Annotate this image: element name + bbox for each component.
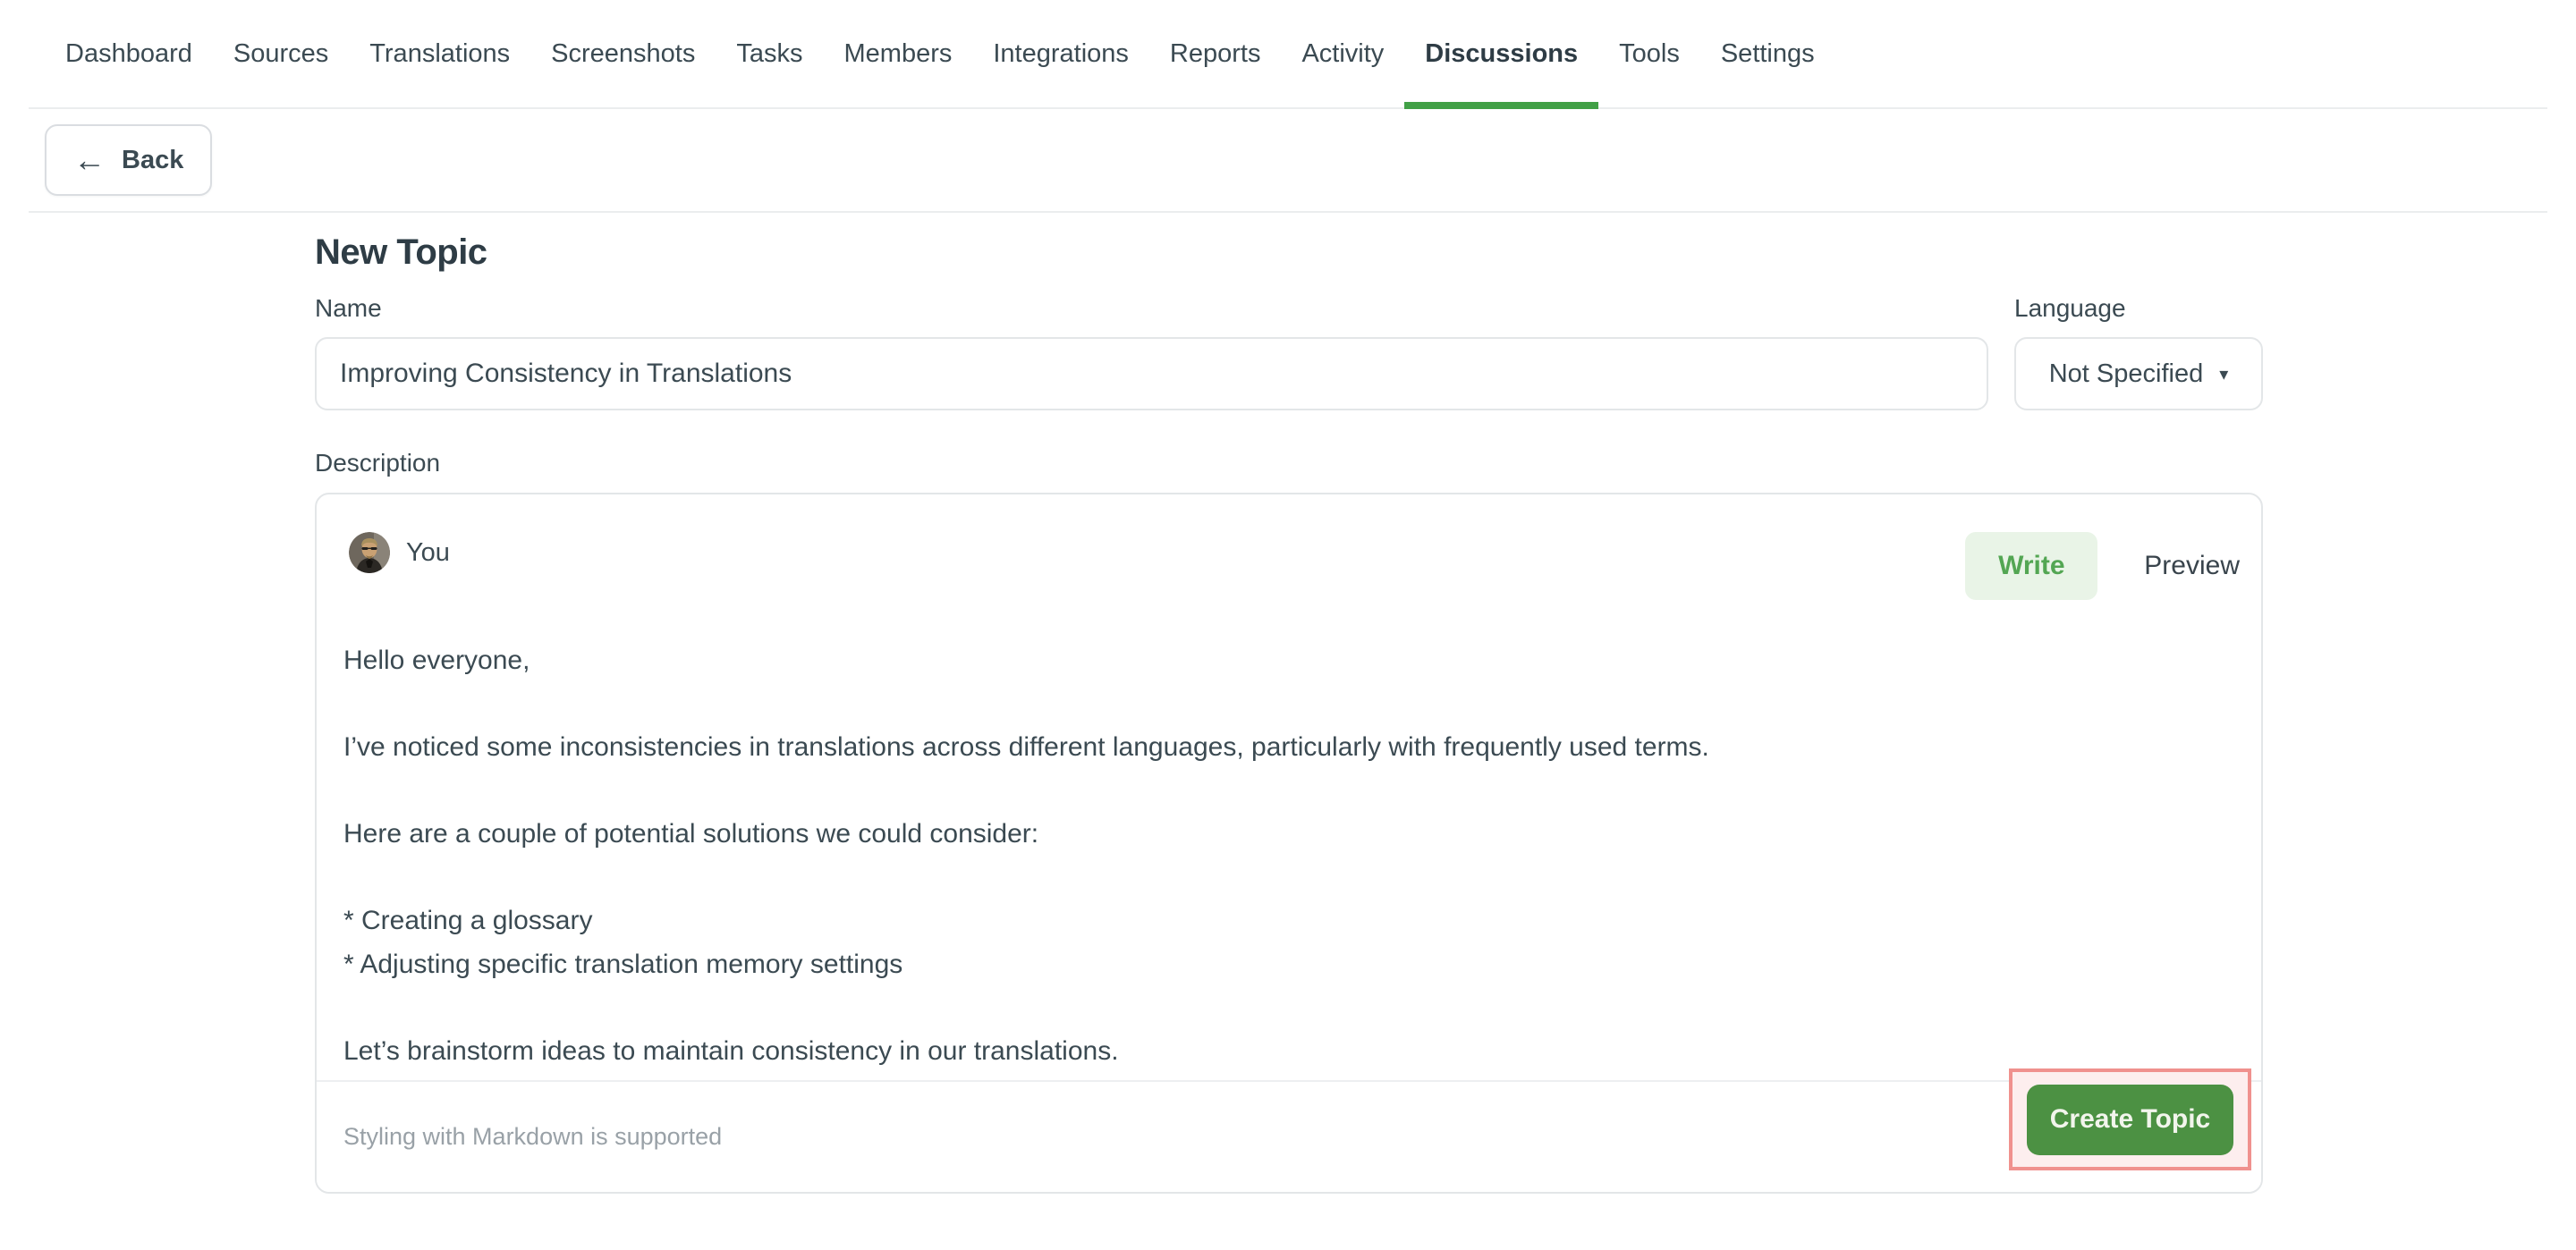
chevron-down-icon: ▾ [2219, 363, 2228, 385]
create-topic-button[interactable]: Create Topic [2027, 1085, 2233, 1155]
nav-item-settings[interactable]: Settings [1700, 0, 1835, 107]
tab-write[interactable]: Write [1965, 532, 2097, 600]
description-editor-panel: You Write Preview Hello everyone, I’ve n… [315, 493, 2263, 1194]
back-button[interactable]: ← Back [45, 124, 212, 196]
back-button-label: Back [122, 146, 183, 175]
author-row: You [349, 532, 450, 573]
editor-header: You Write Preview [317, 494, 2261, 602]
nav-item-activity[interactable]: Activity [1281, 0, 1404, 107]
nav-item-dashboard[interactable]: Dashboard [45, 0, 213, 107]
nav-item-screenshots[interactable]: Screenshots [530, 0, 716, 107]
language-field-group: Language Not Specified ▾ [2014, 293, 2263, 410]
editor-tabs: Write Preview [1965, 532, 2240, 600]
editor-body: Hello everyone, I’ve noticed some incons… [317, 602, 2261, 1080]
name-field-group: Name [315, 293, 1988, 410]
nav-item-integrations[interactable]: Integrations [972, 0, 1149, 107]
author-name: You [406, 538, 450, 568]
language-dropdown[interactable]: Not Specified ▾ [2014, 337, 2263, 410]
nav-item-sources[interactable]: Sources [213, 0, 349, 107]
nav-item-reports[interactable]: Reports [1149, 0, 1282, 107]
nav-item-tasks[interactable]: Tasks [716, 0, 823, 107]
top-navigation: Dashboard Sources Translations Screensho… [29, 0, 2547, 109]
nav-item-translations[interactable]: Translations [349, 0, 530, 107]
name-label: Name [315, 293, 1988, 324]
description-textarea[interactable]: Hello everyone, I’ve noticed some incons… [317, 602, 2261, 1080]
page-title: New Topic [315, 231, 2263, 274]
toolbar: ← Back [29, 109, 2547, 213]
nav-item-members[interactable]: Members [824, 0, 973, 107]
nav-item-discussions[interactable]: Discussions [1404, 0, 1598, 107]
editor-footer: Styling with Markdown is supported [317, 1080, 2261, 1192]
description-label: Description [315, 448, 2263, 478]
markdown-hint: Styling with Markdown is supported [343, 1123, 722, 1151]
create-topic-highlight-annotation: Create Topic [2009, 1068, 2251, 1170]
language-label: Language [2014, 293, 2263, 324]
avatar-portrait-image [349, 532, 390, 573]
name-language-row: Name Language Not Specified ▾ [315, 293, 2263, 410]
language-selected-value: Not Specified [2049, 359, 2204, 389]
topic-name-input[interactable] [315, 337, 1988, 410]
user-avatar [349, 532, 390, 573]
tab-preview[interactable]: Preview [2144, 532, 2240, 600]
nav-item-tools[interactable]: Tools [1598, 0, 1700, 107]
new-topic-form: New Topic Name Language Not Specified ▾ … [315, 231, 2263, 1194]
back-arrow-icon: ← [73, 144, 106, 176]
